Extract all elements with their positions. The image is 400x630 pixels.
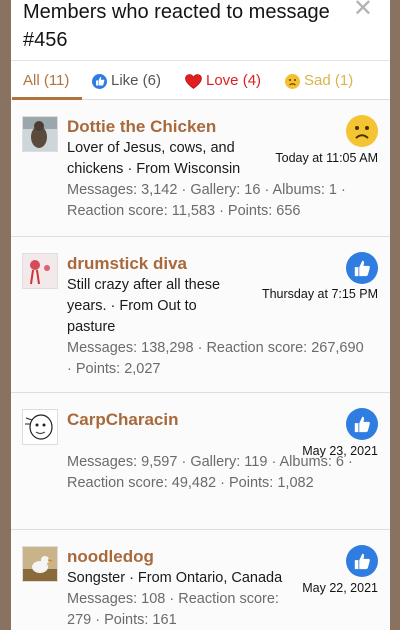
avatar[interactable] bbox=[22, 253, 58, 289]
member-name[interactable]: noodledog bbox=[67, 547, 154, 567]
like-icon bbox=[92, 73, 107, 89]
member-stats: Messages: 3,142 · Gallery: 16 · Albums: … bbox=[67, 182, 346, 219]
backdrop-right bbox=[390, 0, 400, 630]
member-about: Songster · From Ontario, Canada bbox=[67, 570, 283, 586]
love-icon bbox=[185, 73, 202, 89]
like-icon bbox=[346, 252, 378, 284]
tab-love-label: Love (4) bbox=[206, 72, 262, 89]
sad-icon bbox=[285, 73, 300, 89]
tab-all-label: All (11) bbox=[23, 72, 70, 89]
tab-all[interactable]: All (11) bbox=[23, 72, 69, 90]
dialog-header: Members who reacted to message #456 ✕ bbox=[11, 0, 390, 60]
reaction-time: Today at 11:05 AM bbox=[275, 151, 378, 165]
like-icon bbox=[346, 408, 378, 440]
tab-sad-label: Sad (1) bbox=[304, 72, 354, 89]
member-name[interactable]: Dottie the Chicken bbox=[67, 117, 216, 137]
tab-sad[interactable]: Sad (1) bbox=[285, 72, 353, 90]
sad-icon bbox=[346, 115, 378, 147]
tab-like-label: Like (6) bbox=[111, 72, 162, 89]
member-list: Dottie the Chicken Lover of Jesus, cows,… bbox=[11, 100, 390, 630]
tab-love[interactable]: Love (4) bbox=[185, 72, 261, 90]
dialog-title: Members who reacted to message #456 bbox=[23, 1, 330, 51]
avatar[interactable] bbox=[22, 116, 58, 152]
avatar[interactable] bbox=[22, 409, 58, 445]
list-item: CarpCharacin Messages: 9,597 · Gallery: … bbox=[11, 393, 390, 530]
member-stats: Messages: 108 · Reaction score: 279 · Po… bbox=[67, 591, 279, 628]
reaction-time: May 22, 2021 bbox=[302, 581, 378, 595]
reactions-dialog: Members who reacted to message #456 ✕ Al… bbox=[11, 0, 390, 630]
close-icon[interactable]: ✕ bbox=[353, 0, 373, 21]
member-about: Still crazy after all these years. · Fro… bbox=[67, 277, 221, 335]
member-name[interactable]: drumstick diva bbox=[67, 254, 187, 274]
member-name[interactable]: CarpCharacin bbox=[67, 410, 178, 430]
member-about: Lover of Jesus, cows, and chickens · Fro… bbox=[67, 140, 241, 177]
reaction-tabs: All (11) Like (6) Love (4) Sad (1) bbox=[11, 60, 390, 100]
reaction-time: Thursday at 7:15 PM bbox=[261, 287, 378, 301]
like-icon bbox=[346, 545, 378, 577]
list-item: noodledog Songster · From Ontario, Canad… bbox=[11, 530, 390, 630]
list-item: Dottie the Chicken Lover of Jesus, cows,… bbox=[11, 100, 390, 237]
avatar[interactable] bbox=[22, 546, 58, 582]
tab-like[interactable]: Like (6) bbox=[92, 72, 161, 90]
reaction-time: May 23, 2021 bbox=[302, 444, 378, 458]
member-stats: Messages: 138,298 · Reaction score: 267,… bbox=[67, 340, 364, 377]
list-item: drumstick diva Still crazy after all the… bbox=[11, 237, 390, 393]
